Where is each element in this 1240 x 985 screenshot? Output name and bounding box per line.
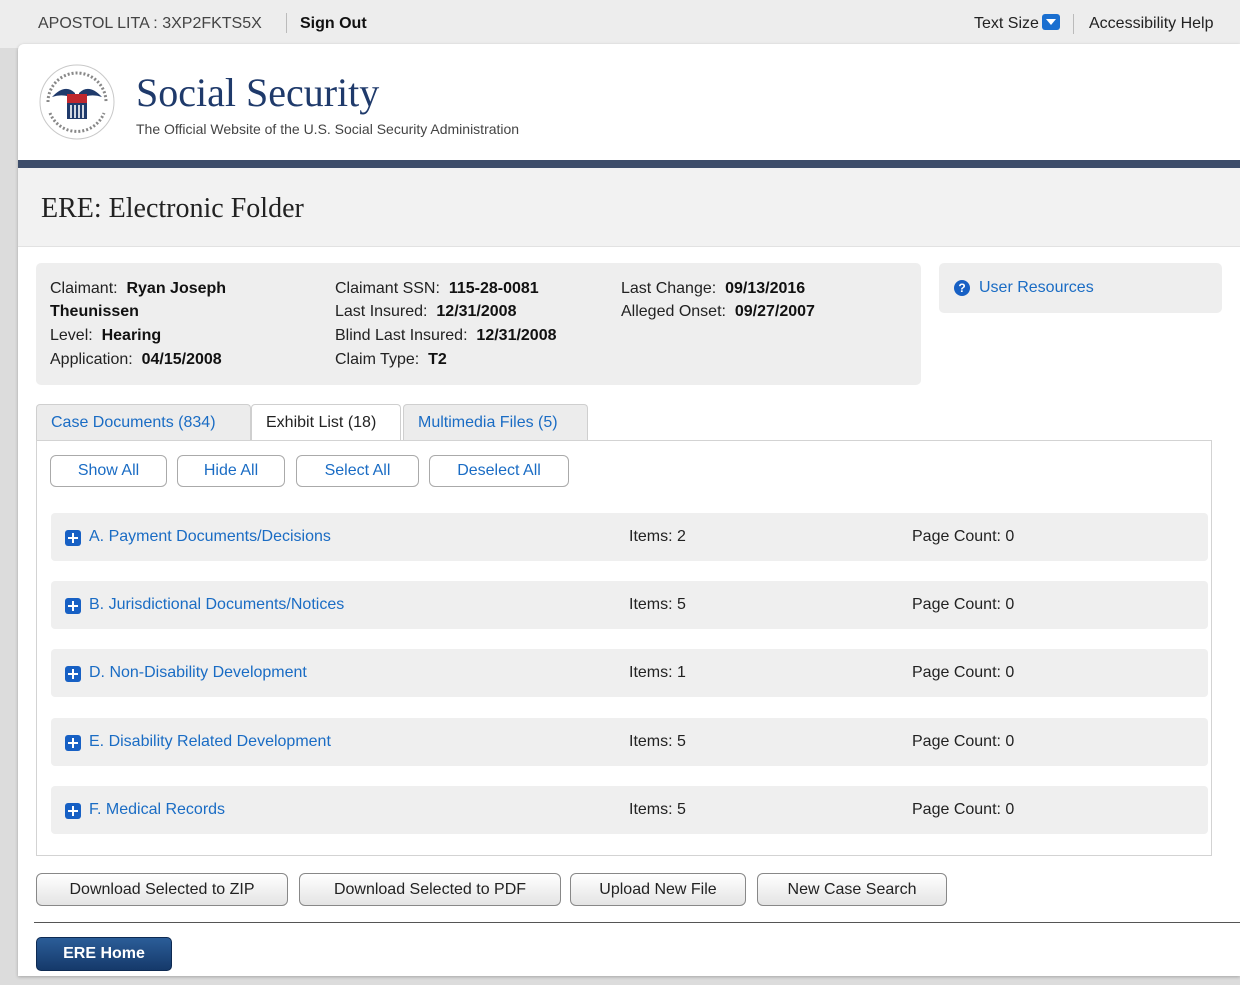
ssn-value: 115-28-0081 (448, 280, 539, 297)
claimant-name-field: Claimant: Ryan Joseph (50, 280, 226, 298)
ssn-field: Claimant SSN: 115-28-0081 (335, 280, 539, 298)
alleged-onset-field: Alleged Onset: 09/27/2007 (621, 303, 815, 321)
chevron-down-icon[interactable] (1041, 14, 1060, 30)
claim-type-value: T2 (428, 351, 447, 368)
tab-case-documents[interactable]: Case Documents (834) (36, 404, 251, 440)
level-value: Hearing (101, 327, 162, 344)
exhibit-group-row[interactable]: E. Disability Related Development Items:… (51, 718, 1208, 766)
blind-last-insured-field: Blind Last Insured: 12/31/2008 (335, 327, 557, 345)
last-insured-value: 12/31/2008 (436, 303, 517, 320)
expand-plus-icon[interactable] (65, 735, 81, 751)
download-zip-button[interactable]: Download Selected to ZIP (36, 873, 288, 906)
page-container: Social Security The Official Website of … (18, 44, 1240, 976)
field-label: Claimant SSN: (335, 280, 440, 297)
expand-plus-icon[interactable] (65, 666, 81, 682)
ssa-seal-logo (39, 64, 115, 140)
group-page-count: Page Count: 0 (912, 528, 1015, 545)
expand-plus-icon[interactable] (65, 598, 81, 614)
level-field: Level: Hearing (50, 327, 161, 345)
divider (286, 13, 287, 33)
download-pdf-button[interactable]: Download Selected to PDF (299, 873, 561, 906)
field-label: Last Change: (621, 280, 717, 297)
text-size-label: Text Size (974, 15, 1039, 32)
group-item-count: Items: 1 (629, 664, 686, 681)
select-all-button[interactable]: Select All (296, 455, 419, 487)
field-label: Alleged Onset: (621, 303, 726, 320)
exhibit-group-row[interactable]: A. Payment Documents/Decisions Items: 2 … (51, 513, 1208, 561)
exhibit-list-panel: Show All Hide All Select All Deselect Al… (36, 440, 1212, 856)
field-label: Last Insured: (335, 303, 428, 320)
field-label: Claimant: (50, 280, 118, 297)
user-id-label: APOSTOL LITA : 3XP2FKTS5X (38, 15, 262, 32)
hide-all-button[interactable]: Hide All (177, 455, 285, 487)
exhibit-group-link[interactable]: E. Disability Related Development (89, 733, 331, 751)
user-resources-panel: ? User Resources (939, 263, 1222, 313)
brand-rule (18, 160, 1240, 168)
brand-title: Social Security (136, 70, 380, 115)
tab-multimedia-files[interactable]: Multimedia Files (5) (403, 404, 588, 440)
group-item-count: Items: 5 (629, 733, 686, 750)
expand-plus-icon[interactable] (65, 530, 81, 546)
group-item-count: Items: 5 (629, 801, 686, 818)
exhibit-group-link[interactable]: F. Medical Records (89, 801, 225, 819)
accessibility-help-link[interactable]: Accessibility Help (1089, 15, 1213, 33)
top-utility-bar: APOSTOL LITA : 3XP2FKTS5X Sign Out Text … (0, 0, 1240, 48)
last-change-field: Last Change: 09/13/2016 (621, 280, 805, 298)
exhibit-group-link[interactable]: A. Payment Documents/Decisions (89, 528, 331, 546)
application-field: Application: 04/15/2008 (50, 351, 222, 369)
page-title: ERE: Electronic Folder (41, 193, 304, 224)
last-insured-field: Last Insured: 12/31/2008 (335, 303, 516, 321)
user-resources-link[interactable]: User Resources (979, 279, 1094, 297)
deselect-all-button[interactable]: Deselect All (429, 455, 569, 487)
divider (1073, 14, 1074, 34)
group-item-count: Items: 2 (629, 528, 686, 545)
group-page-count: Page Count: 0 (912, 664, 1015, 681)
blind-last-insured-value: 12/31/2008 (476, 327, 557, 344)
exhibit-group-row[interactable]: B. Jurisdictional Documents/Notices Item… (51, 581, 1208, 629)
text-size-menu[interactable]: Text Size (974, 14, 1060, 33)
group-page-count: Page Count: 0 (912, 801, 1015, 818)
claim-type-field: Claim Type: T2 (335, 351, 447, 369)
exhibit-group-row[interactable]: F. Medical Records Items: 5 Page Count: … (51, 786, 1208, 834)
claimant-name-first: Ryan Joseph (126, 280, 227, 297)
divider (34, 922, 1240, 923)
field-label: Claim Type: (335, 351, 420, 368)
group-page-count: Page Count: 0 (912, 733, 1015, 750)
field-label: Level: (50, 327, 93, 344)
group-page-count: Page Count: 0 (912, 596, 1015, 613)
field-label: Blind Last Insured: (335, 327, 468, 344)
show-all-button[interactable]: Show All (50, 455, 167, 487)
last-change-value: 09/13/2016 (725, 280, 806, 297)
brand-subtitle: The Official Website of the U.S. Social … (136, 121, 520, 137)
application-value: 04/15/2008 (141, 351, 222, 368)
claimant-info-panel: Claimant: Ryan Joseph Theunissen Level: … (36, 263, 921, 385)
exhibit-group-link[interactable]: D. Non-Disability Development (89, 664, 307, 682)
alleged-onset-value: 09/27/2007 (734, 303, 815, 320)
help-icon: ? (954, 280, 970, 296)
claimant-name-last-field: Theunissen (50, 303, 139, 321)
expand-plus-icon[interactable] (65, 803, 81, 819)
exhibit-group-row[interactable]: D. Non-Disability Development Items: 1 P… (51, 649, 1208, 697)
new-case-search-button[interactable]: New Case Search (757, 873, 947, 906)
claimant-name-last: Theunissen (50, 303, 139, 320)
field-label: Application: (50, 351, 133, 368)
upload-new-file-button[interactable]: Upload New File (570, 873, 746, 906)
ere-home-button[interactable]: ERE Home (36, 937, 172, 971)
group-item-count: Items: 5 (629, 596, 686, 613)
exhibit-group-link[interactable]: B. Jurisdictional Documents/Notices (89, 596, 344, 614)
tab-exhibit-list[interactable]: Exhibit List (18) (251, 404, 401, 442)
sign-out-link[interactable]: Sign Out (300, 15, 367, 33)
page-title-bar: ERE: Electronic Folder (18, 168, 1240, 247)
